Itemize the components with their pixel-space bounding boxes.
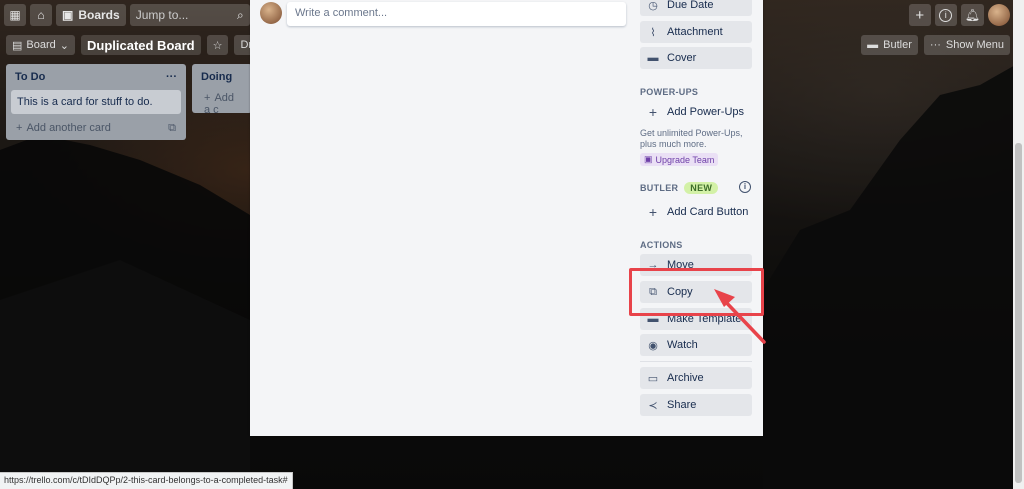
highlight-box: [629, 268, 764, 316]
star-icon[interactable]: ☆: [206, 35, 229, 55]
share-button[interactable]: ≺ Share: [640, 394, 752, 416]
list-doing: Doing + Add a c: [192, 64, 252, 116]
card-detail-modal: Write a comment... ◷ Due Date ⌇ Attachme…: [250, 0, 763, 436]
button-label: Archive: [667, 372, 704, 384]
chevron-down-icon: ⌄: [59, 39, 69, 52]
button-label: Add Card Button: [667, 206, 749, 218]
template-card-icon[interactable]: ⧉: [168, 122, 176, 135]
plus-icon: +: [648, 204, 658, 220]
button-label: Cover: [667, 52, 697, 64]
bell-icon[interactable]: 🔔︎: [960, 4, 984, 26]
more-icon: ···: [929, 39, 941, 51]
clock-icon: ◷: [648, 0, 658, 12]
board-view-icon: ▤: [12, 39, 23, 52]
apps-grid-icon[interactable]: ▦: [4, 4, 26, 26]
archive-button[interactable]: ▭ Archive: [640, 367, 752, 389]
due-date-button[interactable]: ◷ Due Date: [640, 0, 752, 16]
actions-heading: ACTIONS: [640, 240, 683, 250]
list-title: To Do: [15, 71, 46, 83]
search-input[interactable]: Jump to... ⌕: [129, 4, 250, 26]
button-label: Share: [667, 399, 697, 411]
butler-label: Butler: [883, 39, 912, 51]
scrollbar[interactable]: [1013, 0, 1024, 489]
show-menu-label: Show Menu: [945, 39, 1004, 51]
upgrade-label: Upgrade Team: [655, 154, 715, 165]
scrollbar-thumb[interactable]: [1015, 143, 1022, 483]
board-view-label: Board: [26, 39, 56, 51]
list-header[interactable]: To Do ···: [6, 64, 186, 90]
powerups-heading: POWER-UPS: [640, 87, 699, 97]
cover-button[interactable]: ▬ Cover: [640, 47, 752, 69]
butler-icon: ▬: [867, 39, 879, 51]
status-bar-url: https://trello.com/c/tDIdDQPp/2-this-car…: [0, 472, 293, 489]
list-menu-icon[interactable]: ···: [166, 71, 177, 83]
paperclip-icon: ⌇: [650, 26, 656, 39]
eye-icon: ◉: [648, 339, 658, 352]
search-icon: ⌕: [236, 7, 244, 22]
cover-icon: ▬: [647, 52, 659, 64]
card-sidebar: ◷ Due Date ⌇ Attachment ▬ Cover POWER-UP…: [640, 0, 752, 436]
list-title[interactable]: Doing: [192, 64, 252, 90]
show-menu-button[interactable]: ··· Show Menu: [923, 35, 1010, 55]
board-view-switcher[interactable]: ▤ Board ⌄: [6, 35, 75, 55]
new-badge: NEW: [684, 182, 719, 194]
create-button[interactable]: +: [908, 4, 931, 26]
upgrade-icon: ▣: [644, 154, 653, 164]
board-icon: ▣: [62, 8, 74, 22]
info-button[interactable]: i: [934, 4, 957, 26]
button-label: Add Power-Ups: [667, 106, 745, 118]
divider: [640, 361, 752, 362]
powerups-note: Get unlimited Power-Ups, plus much more.: [640, 128, 743, 149]
boards-button[interactable]: ▣ Boards: [56, 4, 126, 26]
board-title[interactable]: Duplicated Board: [80, 35, 201, 55]
button-label: Attachment: [667, 26, 723, 38]
butler-heading-label: BUTLER: [640, 183, 679, 193]
upgrade-team-button[interactable]: ▣ Upgrade Team: [640, 153, 719, 166]
attachment-button[interactable]: ⌇ Attachment: [640, 21, 752, 43]
list-to-do: To Do ··· This is a card for stuff to do…: [6, 64, 186, 140]
butler-heading: BUTLER NEW: [640, 182, 719, 194]
avatar: [260, 2, 282, 24]
list-card[interactable]: This is a card for stuff to do.: [11, 90, 181, 114]
add-card-button[interactable]: + Add a c: [192, 90, 252, 118]
home-icon[interactable]: ⌂: [30, 4, 52, 26]
add-powerups-button[interactable]: + Add Power-Ups: [640, 101, 752, 123]
add-card-button[interactable]: + Add another card ⧉: [6, 114, 186, 143]
share-icon: ≺: [648, 399, 658, 412]
button-label: Watch: [667, 339, 698, 351]
plus-icon: +: [648, 104, 658, 120]
comment-input[interactable]: Write a comment...: [287, 2, 626, 26]
info-icon: i: [939, 8, 953, 22]
add-card-label: Add another card: [26, 122, 111, 134]
watch-button[interactable]: ◉ Watch: [640, 334, 752, 356]
search-placeholder: Jump to...: [135, 8, 189, 22]
info-icon[interactable]: i: [739, 181, 751, 193]
archive-icon: ▭: [647, 372, 659, 385]
plus-icon: +: [204, 92, 211, 104]
butler-button[interactable]: ▬ Butler: [861, 35, 918, 55]
boards-label: Boards: [78, 8, 120, 22]
avatar[interactable]: [988, 4, 1010, 26]
add-card-button-button[interactable]: + Add Card Button: [640, 201, 752, 223]
button-label: Due Date: [667, 0, 714, 11]
plus-icon: +: [16, 122, 23, 134]
